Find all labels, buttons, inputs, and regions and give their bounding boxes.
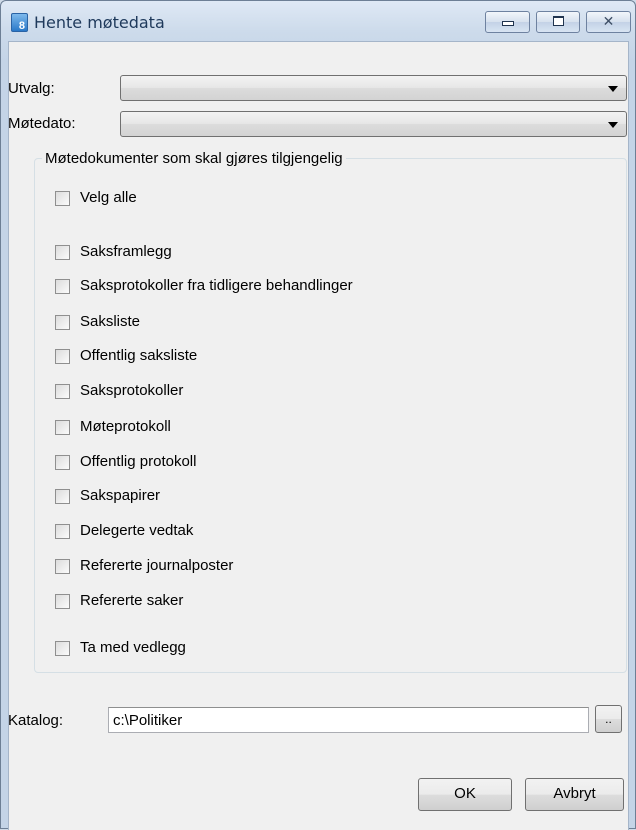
checkbox-label: Møteprotokoll <box>80 418 171 435</box>
checkbox-label: Saksprotokoller fra tidligere behandling… <box>80 277 353 294</box>
checkbox-label: Saksliste <box>80 313 141 330</box>
checkbox-box[interactable] <box>55 594 70 609</box>
utvalg-label: Utvalg: <box>8 80 55 97</box>
checkbox-box[interactable] <box>55 455 70 470</box>
minimize-icon <box>501 20 514 26</box>
close-button[interactable]: ✕ <box>586 11 631 33</box>
motedato-dropdown[interactable] <box>120 111 627 137</box>
minimize-button[interactable] <box>485 11 530 33</box>
title-bar[interactable]: 8 Hente møtedata ✕ <box>1 1 635 41</box>
checkbox-label: Velg alle <box>80 189 137 206</box>
utvalg-dropdown[interactable] <box>120 75 627 101</box>
ok-button[interactable]: OK <box>418 778 512 811</box>
browse-button[interactable]: .. <box>595 705 622 733</box>
checkbox-box[interactable] <box>55 191 70 206</box>
checkbox-label: Refererte journalposter <box>80 557 234 574</box>
katalog-input[interactable] <box>108 707 589 733</box>
katalog-label: Katalog: <box>8 712 64 729</box>
maximize-button[interactable] <box>536 11 580 33</box>
checkbox-box[interactable] <box>55 420 70 435</box>
documents-groupbox-title: Møtedokumenter som skal gjøres tilgjenge… <box>42 150 346 167</box>
checkbox-label: Offentlig protokoll <box>80 453 197 470</box>
chevron-down-icon <box>608 122 618 128</box>
katalog-text[interactable] <box>109 708 588 732</box>
checkbox-box[interactable] <box>55 315 70 330</box>
checkbox-label: Delegerte vedtak <box>80 522 194 539</box>
checkbox-label: Saksprotokoller <box>80 382 184 399</box>
checkbox-label: Saksframlegg <box>80 243 172 260</box>
chevron-down-icon <box>608 86 618 92</box>
checkbox-box[interactable] <box>55 245 70 260</box>
checkbox-box[interactable] <box>55 279 70 294</box>
checkbox-label: Offentlig saksliste <box>80 347 198 364</box>
checkbox-box[interactable] <box>55 384 70 399</box>
checkbox-label: Refererte saker <box>80 592 184 609</box>
checkbox-label: Ta med vedlegg <box>80 639 186 656</box>
checkbox-label: Sakspapirer <box>80 487 161 504</box>
checkbox-box[interactable] <box>55 641 70 656</box>
checkbox-box[interactable] <box>55 524 70 539</box>
window-title: Hente møtedata <box>34 13 165 32</box>
motedato-label: Møtedato: <box>8 115 76 132</box>
cancel-button[interactable]: Avbryt <box>525 778 624 811</box>
app-icon: 8 <box>11 13 28 32</box>
checkbox-box[interactable] <box>55 349 70 364</box>
maximize-icon <box>552 16 564 27</box>
close-icon: ✕ <box>602 13 615 29</box>
checkbox-box[interactable] <box>55 489 70 504</box>
checkbox-box[interactable] <box>55 559 70 574</box>
